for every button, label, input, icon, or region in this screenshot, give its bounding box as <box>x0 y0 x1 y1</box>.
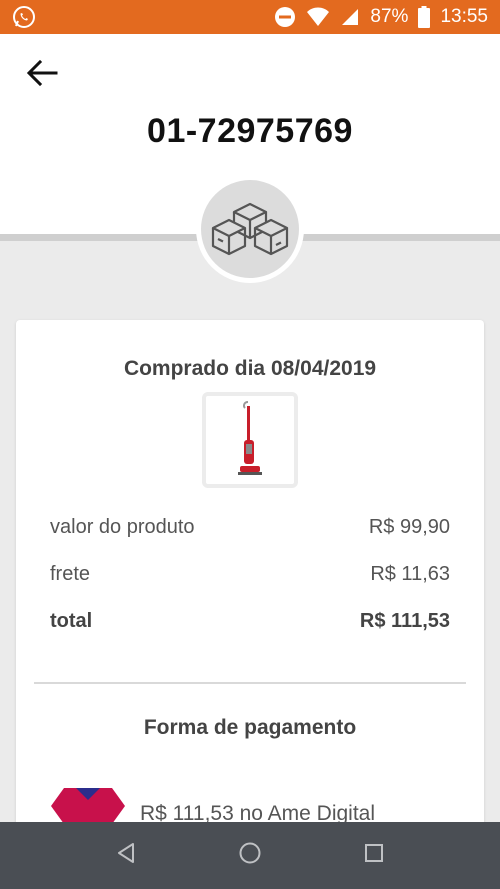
boxes-icon <box>201 180 299 278</box>
nav-back-button[interactable] <box>106 836 146 876</box>
purchase-date: Comprado dia 08/04/2019 <box>123 357 377 380</box>
back-arrow-icon <box>26 59 58 92</box>
product-vacuum-image <box>238 401 262 475</box>
nav-home-button[interactable] <box>230 836 270 876</box>
back-button[interactable] <box>22 58 62 92</box>
row-value: R$ 99,90 <box>368 516 450 538</box>
ame-digital-icon <box>50 786 126 826</box>
nav-home-icon <box>238 841 262 870</box>
card-divider <box>34 682 466 684</box>
order-id-title: 01-72975769 <box>147 112 353 150</box>
clock: 13:55 <box>440 6 488 27</box>
whatsapp-icon <box>12 5 36 29</box>
nav-back-icon <box>115 842 137 869</box>
dnd-icon <box>274 6 296 28</box>
status-bar: 87% 13:55 <box>0 0 500 34</box>
row-label: frete <box>50 563 91 585</box>
order-details-card: Comprado dia 08/04/2019 valor do produto… <box>16 320 484 880</box>
battery-icon <box>418 6 431 28</box>
row-value: R$ 111,53 <box>359 610 450 632</box>
product-thumbnail[interactable] <box>202 392 298 488</box>
nav-recents-icon <box>363 842 385 869</box>
signal-icon <box>340 7 360 27</box>
shipping-row: frete R$ 11,63 <box>50 563 450 586</box>
payment-section-title: Forma de pagamento <box>143 716 357 739</box>
android-nav-bar <box>0 822 500 889</box>
row-label: total <box>50 610 93 632</box>
battery-percent: 87% <box>370 6 409 27</box>
nav-recents-button[interactable] <box>354 836 394 876</box>
row-label: valor do produto <box>50 516 195 538</box>
row-value: R$ 11,63 <box>370 563 450 585</box>
wifi-icon <box>306 7 330 27</box>
product-value-row: valor do produto R$ 99,90 <box>50 516 450 539</box>
total-row: total R$ 111,53 <box>50 610 450 633</box>
